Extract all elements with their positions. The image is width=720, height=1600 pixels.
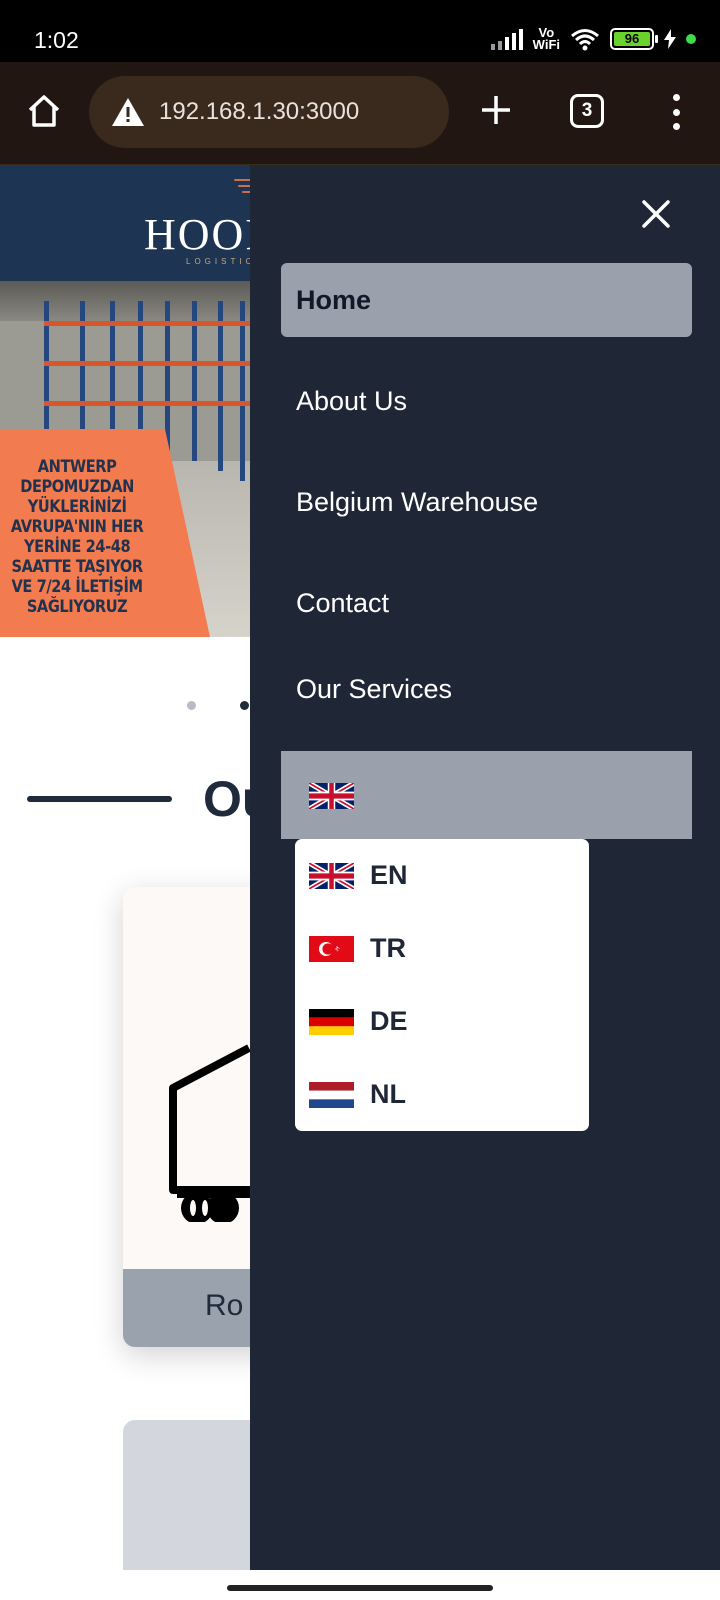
new-tab-button[interactable] bbox=[476, 90, 516, 130]
vowifi-label: Vo WiFi bbox=[532, 25, 560, 52]
nav-item-belgium-warehouse[interactable]: Belgium Warehouse bbox=[281, 465, 692, 539]
status-time: 1:02 bbox=[34, 27, 79, 53]
language-code: DE bbox=[370, 1006, 408, 1036]
nav-item-home[interactable]: Home bbox=[281, 263, 692, 337]
wifi-icon bbox=[571, 29, 599, 51]
tab-switcher-button[interactable]: 3 bbox=[570, 94, 604, 128]
germany-flag-icon bbox=[309, 1008, 354, 1035]
gesture-navigation-bar bbox=[0, 1570, 720, 1600]
signal-strength-icon bbox=[490, 28, 523, 50]
more-options-button[interactable] bbox=[666, 94, 686, 130]
home-button[interactable] bbox=[22, 89, 66, 133]
promo-text: ANTWERP DEPOMUZDAN YÜKLERİNİZİ AVRUPA'NI… bbox=[10, 457, 144, 617]
status-icons: Vo WiFi 96 bbox=[490, 24, 696, 54]
language-dropdown: EN TR DE NL bbox=[295, 839, 589, 1131]
language-option-de[interactable]: DE bbox=[295, 985, 589, 1058]
warning-icon bbox=[112, 98, 144, 126]
uk-flag-icon bbox=[309, 862, 354, 889]
side-navigation-menu: Home About Us Belgium Warehouse Contact … bbox=[250, 165, 720, 1570]
turkey-flag-icon bbox=[309, 935, 354, 962]
privacy-indicator-icon bbox=[686, 34, 696, 44]
language-option-nl[interactable]: NL bbox=[295, 1058, 589, 1131]
url-text: 192.168.1.30:3000 bbox=[159, 98, 360, 125]
nav-item-contact[interactable]: Contact bbox=[281, 566, 692, 640]
browser-toolbar: 192.168.1.30:3000 3 bbox=[0, 62, 720, 165]
carousel-dot[interactable] bbox=[187, 701, 196, 710]
hero-slide: ANTWERP DEPOMUZDAN YÜKLERİNİZİ AVRUPA'NI… bbox=[0, 281, 250, 637]
language-code: TR bbox=[370, 933, 406, 963]
status-bar: 1:02 Vo WiFi 96 bbox=[0, 0, 720, 62]
home-icon bbox=[28, 95, 60, 127]
language-code: EN bbox=[370, 860, 408, 890]
home-gesture-handle[interactable] bbox=[227, 1585, 493, 1591]
warehouse-ceiling bbox=[0, 281, 250, 321]
battery-icon: 96 bbox=[610, 28, 658, 50]
service-card-label: Ro bbox=[205, 1289, 244, 1322]
netherlands-flag-icon bbox=[309, 1081, 354, 1108]
charging-icon bbox=[664, 29, 676, 49]
close-icon[interactable] bbox=[641, 199, 671, 229]
language-option-tr[interactable]: TR bbox=[295, 912, 589, 985]
language-code: NL bbox=[370, 1079, 406, 1109]
carousel-dot[interactable] bbox=[240, 701, 249, 710]
uk-flag-icon bbox=[309, 783, 354, 809]
url-bar[interactable]: 192.168.1.30:3000 bbox=[89, 76, 449, 148]
nav-item-about-us[interactable]: About Us bbox=[281, 364, 692, 438]
language-option-en[interactable]: EN bbox=[295, 839, 589, 912]
battery-level: 96 bbox=[614, 32, 650, 46]
nav-item-our-services[interactable]: Our Services bbox=[281, 652, 692, 726]
section-divider bbox=[27, 796, 172, 802]
language-selector[interactable] bbox=[281, 751, 692, 839]
